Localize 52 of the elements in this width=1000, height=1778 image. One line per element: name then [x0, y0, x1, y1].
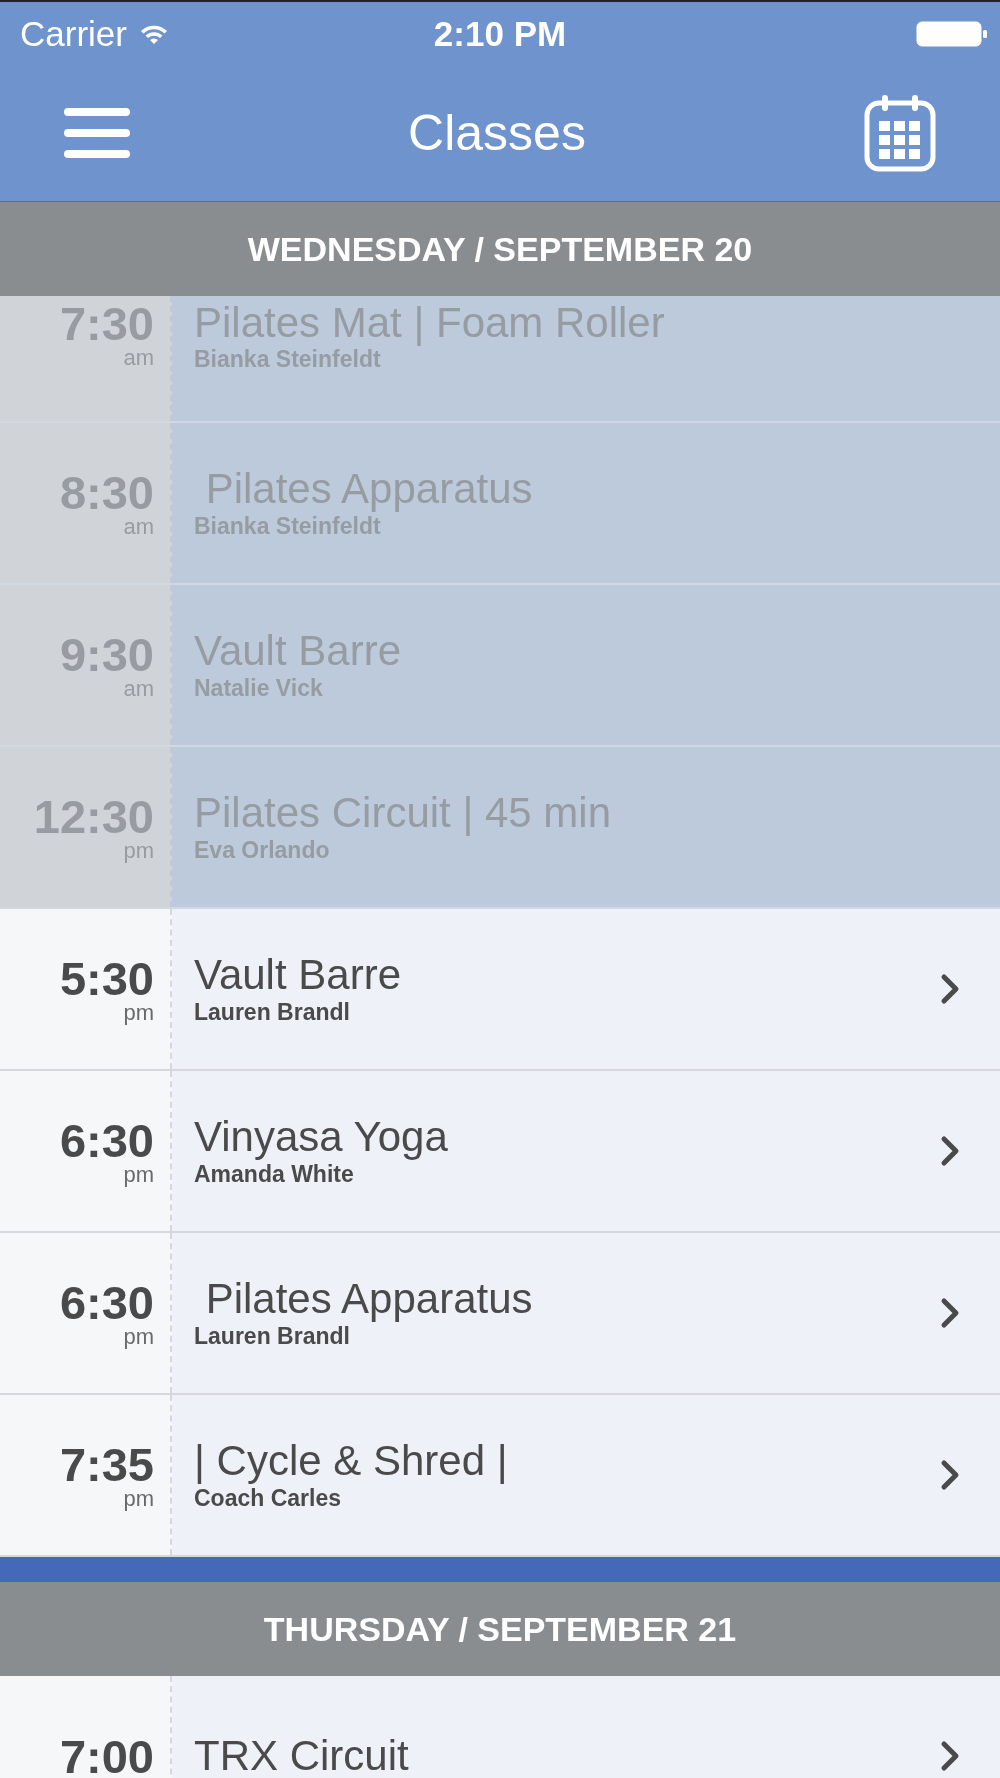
class-time: 5:30: [59, 954, 154, 1002]
class-title: Vinyasa Yoga: [194, 1114, 449, 1161]
class-time: 6:30: [59, 1278, 154, 1326]
class-meridiem: am: [123, 677, 154, 700]
instructor-name: Eva Orlando: [194, 836, 331, 864]
instructor-name: Lauren Brandl: [194, 998, 351, 1026]
class-time: 8:30: [59, 468, 154, 516]
instructor-name: Natalie Vick: [194, 674, 324, 702]
class-time: 7:00: [59, 1732, 154, 1778]
class-title: TRX Circuit: [194, 1732, 410, 1778]
class-time: 6:30: [59, 1116, 154, 1164]
day-header: THURSDAY / SEPTEMBER 21: [0, 1582, 1000, 1676]
day-header: WEDNESDAY / SEPTEMBER 20: [0, 202, 1000, 296]
class-time: 7:35: [59, 1440, 154, 1488]
chevron-icon: [940, 1297, 960, 1329]
chevron-icon: [940, 973, 960, 1005]
class-title: Pilates Apparatus: [204, 466, 534, 513]
chevron-icon: [940, 1459, 960, 1491]
class-title: Pilates Mat | Foam Roller: [194, 300, 666, 347]
class-meridiem: pm: [123, 1325, 154, 1348]
instructor-name: Bianka Steinfeldt: [194, 346, 382, 374]
instructor-name: Lauren Brandl: [194, 1322, 351, 1350]
instructor-name: Bianka Steinfeldt: [194, 512, 382, 540]
class-title: Vault Barre: [194, 628, 402, 675]
class-time: 7:30: [59, 300, 154, 347]
class-row[interactable]: 5:30 pm Vault Barre Lauren Brandl: [0, 909, 1000, 1071]
class-title: Pilates Circuit | 45 min: [194, 790, 613, 837]
class-meridiem: am: [123, 515, 154, 538]
class-meridiem: pm: [123, 1001, 154, 1024]
class-meridiem: pm: [123, 1487, 154, 1510]
class-meridiem: pm: [123, 839, 154, 862]
class-row[interactable]: 6:30 pm Pilates Apparatus Lauren Brandl: [0, 1233, 1000, 1395]
calendar-icon[interactable]: [864, 94, 936, 172]
carrier-name: Carrier: [20, 13, 127, 54]
class-title: | Cycle & Shred |: [194, 1438, 509, 1485]
class-row[interactable]: 7:00 TRX Circuit: [0, 1676, 1000, 1778]
instructor-name: Coach Carles: [194, 1484, 342, 1512]
class-meridiem: am: [123, 347, 154, 369]
class-time: 12:30: [33, 792, 154, 840]
class-row[interactable]: 7:35 pm | Cycle & Shred | Coach Carles: [0, 1395, 1000, 1557]
class-meridiem: pm: [123, 1163, 154, 1186]
battery-icon: [916, 20, 988, 47]
class-title: Pilates Apparatus: [204, 1276, 534, 1323]
chevron-icon: [940, 1740, 960, 1772]
screen-title: Classes: [408, 104, 586, 162]
status-time: 2:10 PM: [433, 13, 567, 54]
chevron-icon: [940, 1135, 960, 1167]
instructor-name: Amanda White: [194, 1160, 355, 1188]
class-row[interactable]: 6:30 pm Vinyasa Yoga Amanda White: [0, 1071, 1000, 1233]
menu-icon[interactable]: [64, 108, 130, 158]
class-title: Vault Barre: [194, 952, 402, 999]
class-time: 9:30: [59, 630, 154, 678]
